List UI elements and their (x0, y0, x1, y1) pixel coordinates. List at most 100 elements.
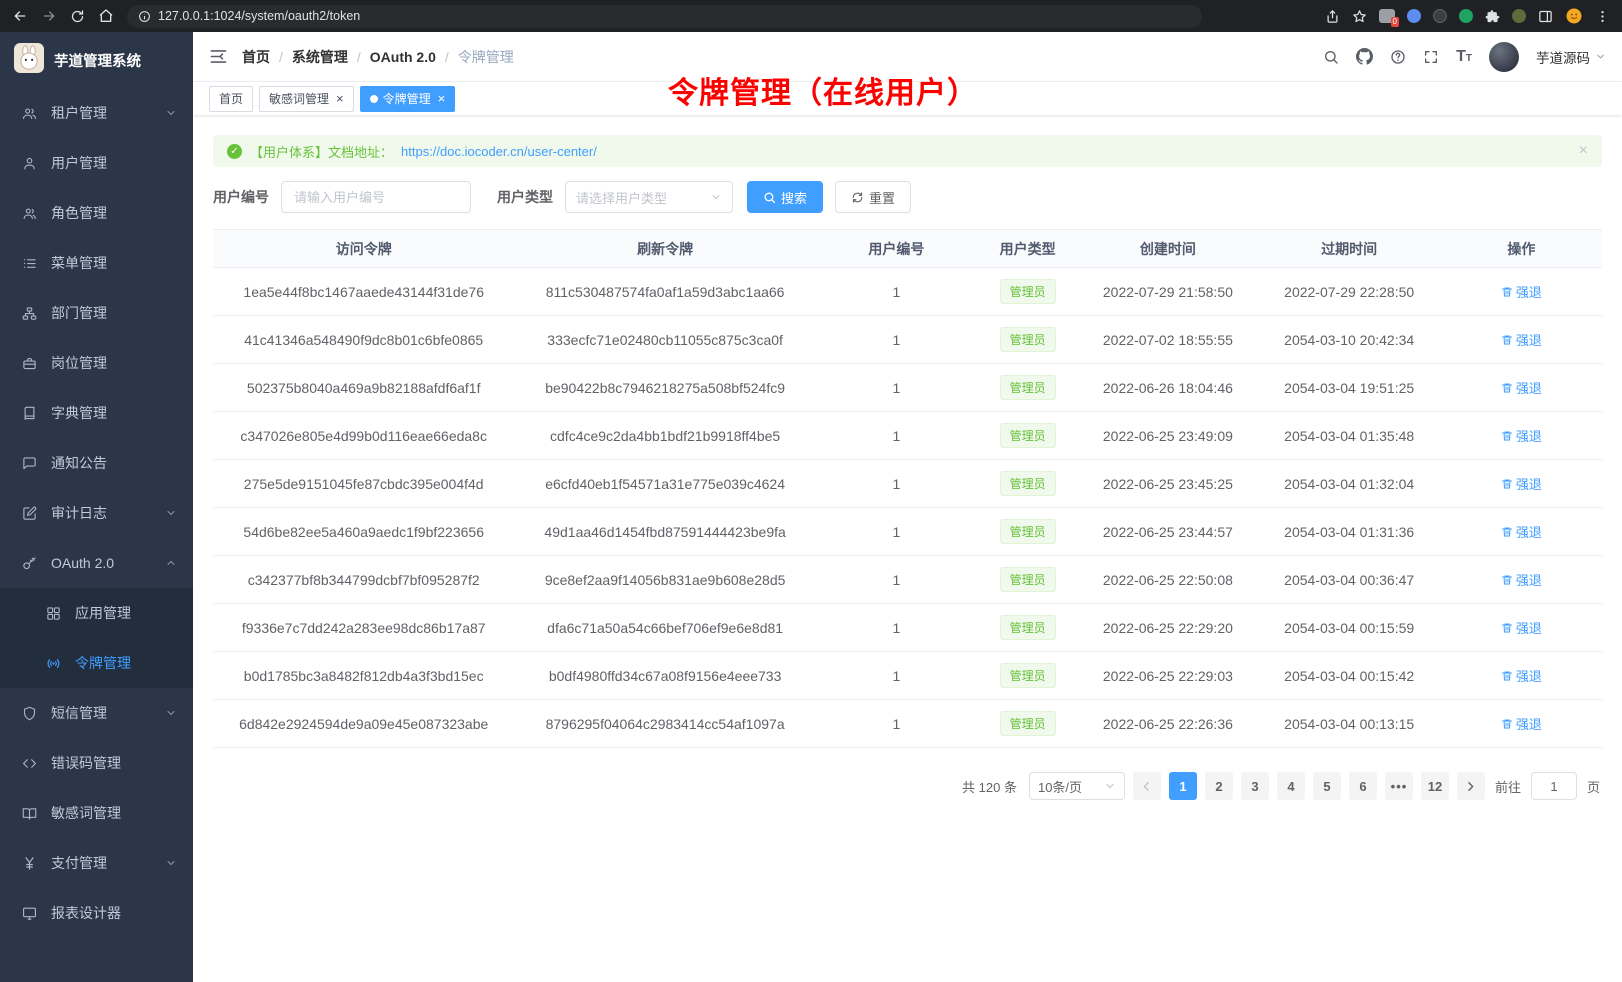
tab-sensitive-word[interactable]: 敏感词管理× (259, 86, 354, 112)
code-icon (22, 756, 38, 771)
page-button-12[interactable]: 12 (1421, 772, 1449, 800)
user-avatar[interactable] (1489, 42, 1519, 72)
font-size-icon[interactable]: TT (1456, 49, 1472, 65)
action-cell: 强退 (1441, 604, 1602, 652)
help-icon[interactable] (1390, 49, 1406, 65)
bookmark-star-icon[interactable] (1352, 9, 1367, 24)
sidebar-item-sms[interactable]: 短信管理 (0, 688, 193, 738)
reset-button[interactable]: 重置 (835, 181, 911, 213)
page-button-5[interactable]: 5 (1313, 772, 1341, 800)
screen: 127.0.0.1:1024/system/oauth2/token 0 芋道管… (0, 0, 1622, 982)
sidebar-item-dict[interactable]: 字典管理 (0, 388, 193, 438)
alert-close-icon[interactable]: × (1579, 143, 1588, 159)
force-logout-button[interactable]: 强退 (1501, 330, 1542, 349)
alert-text: 【用户体系】文档地址： (250, 142, 393, 161)
github-icon[interactable] (1356, 48, 1373, 65)
extension-badge-icon[interactable]: 0 (1379, 9, 1395, 23)
back-icon[interactable] (12, 8, 28, 24)
sidebar-item-menu[interactable]: 菜单管理 (0, 238, 193, 288)
force-logout-button[interactable]: 强退 (1501, 378, 1542, 397)
user-type-badge: 管理员 (1000, 615, 1056, 640)
force-logout-button[interactable]: 强退 (1501, 474, 1542, 493)
user-type-cell: 管理员 (977, 268, 1078, 316)
site-info-icon[interactable] (138, 10, 151, 23)
fullscreen-icon[interactable] (1423, 49, 1439, 65)
sidebar-item-pay[interactable]: 支付管理 (0, 838, 193, 888)
force-logout-button[interactable]: 强退 (1501, 282, 1542, 301)
sidebar-item-user[interactable]: 用户管理 (0, 138, 193, 188)
force-logout-button[interactable]: 强退 (1501, 570, 1542, 589)
sidebar-item-dept[interactable]: 部门管理 (0, 288, 193, 338)
page-more-button[interactable]: ••• (1385, 772, 1413, 800)
user-type-badge: 管理员 (1000, 327, 1056, 352)
sidebar-item-sensitive-word[interactable]: 敏感词管理 (0, 788, 193, 838)
app-logo[interactable]: 芋道管理系统 (0, 32, 193, 88)
user-type-cell: 管理员 (977, 556, 1078, 604)
refresh-icon[interactable] (70, 9, 85, 24)
extension-green-icon[interactable] (1459, 9, 1473, 23)
user-type-cell: 管理员 (977, 460, 1078, 508)
sidebar-item-oauth2-token[interactable]: 令牌管理 (0, 638, 193, 688)
extension-blue-icon[interactable] (1407, 9, 1421, 23)
user-menu[interactable]: 芋道源码 (1536, 47, 1606, 67)
search-button[interactable]: 搜索 (747, 181, 823, 213)
sidebar-item-report-designer[interactable]: 报表设计器 (0, 888, 193, 938)
trash-icon (1501, 574, 1513, 586)
user-type-select[interactable]: 请选择用户类型 (565, 181, 733, 213)
browser-profile-avatar[interactable] (1565, 7, 1583, 25)
sidebar-item-role[interactable]: 角色管理 (0, 188, 193, 238)
prev-page-button[interactable] (1133, 772, 1161, 800)
page-button-1[interactable]: 1 (1169, 772, 1197, 800)
pagination-total: 共 120 条 (962, 777, 1017, 796)
browser-menu-icon[interactable] (1595, 9, 1610, 24)
next-page-button[interactable] (1457, 772, 1485, 800)
tenant-icon (22, 106, 38, 121)
collapse-sidebar-icon[interactable] (209, 47, 228, 66)
page-button-4[interactable]: 4 (1277, 772, 1305, 800)
close-tab-icon[interactable]: × (336, 92, 344, 105)
action-cell: 强退 (1441, 412, 1602, 460)
goto-page-input[interactable] (1531, 772, 1577, 800)
page-button-6[interactable]: 6 (1349, 772, 1377, 800)
browser-actions: 0 (1325, 7, 1610, 25)
doc-link[interactable]: https://doc.iocoder.cn/user-center/ (401, 144, 597, 159)
sidebar-item-oauth2-app[interactable]: 应用管理 (0, 588, 193, 638)
close-tab-icon[interactable]: × (438, 92, 446, 105)
extension-dark-icon[interactable] (1433, 9, 1447, 23)
extensions-puzzle-icon[interactable] (1485, 9, 1500, 24)
sidebar-item-oauth2[interactable]: OAuth 2.0 (0, 538, 193, 588)
breadcrumb-item[interactable]: 系统管理 (292, 47, 348, 67)
search-icon[interactable] (1323, 49, 1339, 65)
sidebar-item-label: 令牌管理 (75, 653, 131, 673)
created-time-cell: 2022-06-25 22:29:03 (1078, 652, 1257, 700)
column-header: 操作 (1441, 230, 1602, 268)
page-button-2[interactable]: 2 (1205, 772, 1233, 800)
sidebar-item-post[interactable]: 岗位管理 (0, 338, 193, 388)
page-button-3[interactable]: 3 (1241, 772, 1269, 800)
force-logout-button[interactable]: 强退 (1501, 522, 1542, 541)
breadcrumb-item[interactable]: OAuth 2.0 (370, 49, 436, 65)
forward-icon[interactable] (41, 8, 57, 24)
share-icon[interactable] (1325, 9, 1340, 24)
sidebar-item-tenant[interactable]: 租户管理 (0, 88, 193, 138)
url-bar[interactable]: 127.0.0.1:1024/system/oauth2/token (127, 5, 1202, 28)
home-icon[interactable] (98, 8, 114, 24)
force-logout-button[interactable]: 强退 (1501, 666, 1542, 685)
extension-olive-icon[interactable] (1512, 9, 1526, 23)
sidebar-item-notice[interactable]: 通知公告 (0, 438, 193, 488)
breadcrumb-item[interactable]: 首页 (242, 47, 270, 67)
force-logout-button[interactable]: 强退 (1501, 714, 1542, 733)
user-id-input[interactable] (281, 181, 471, 213)
tab-home[interactable]: 首页 (209, 86, 253, 112)
page-size-select[interactable]: 10条/页 (1029, 772, 1125, 800)
chevron-down-icon (1595, 51, 1606, 62)
expire-time-cell: 2054-03-04 01:32:04 (1257, 460, 1440, 508)
force-logout-button[interactable]: 强退 (1501, 618, 1542, 637)
user-type-badge: 管理员 (1000, 567, 1056, 592)
sidebar-item-error-code[interactable]: 错误码管理 (0, 738, 193, 788)
expire-time-cell: 2054-03-04 01:35:48 (1257, 412, 1440, 460)
force-logout-button[interactable]: 强退 (1501, 426, 1542, 445)
sidebar-item-audit-log[interactable]: 审计日志 (0, 488, 193, 538)
tab-token[interactable]: 令牌管理× (360, 86, 456, 112)
side-panel-icon[interactable] (1538, 9, 1553, 24)
